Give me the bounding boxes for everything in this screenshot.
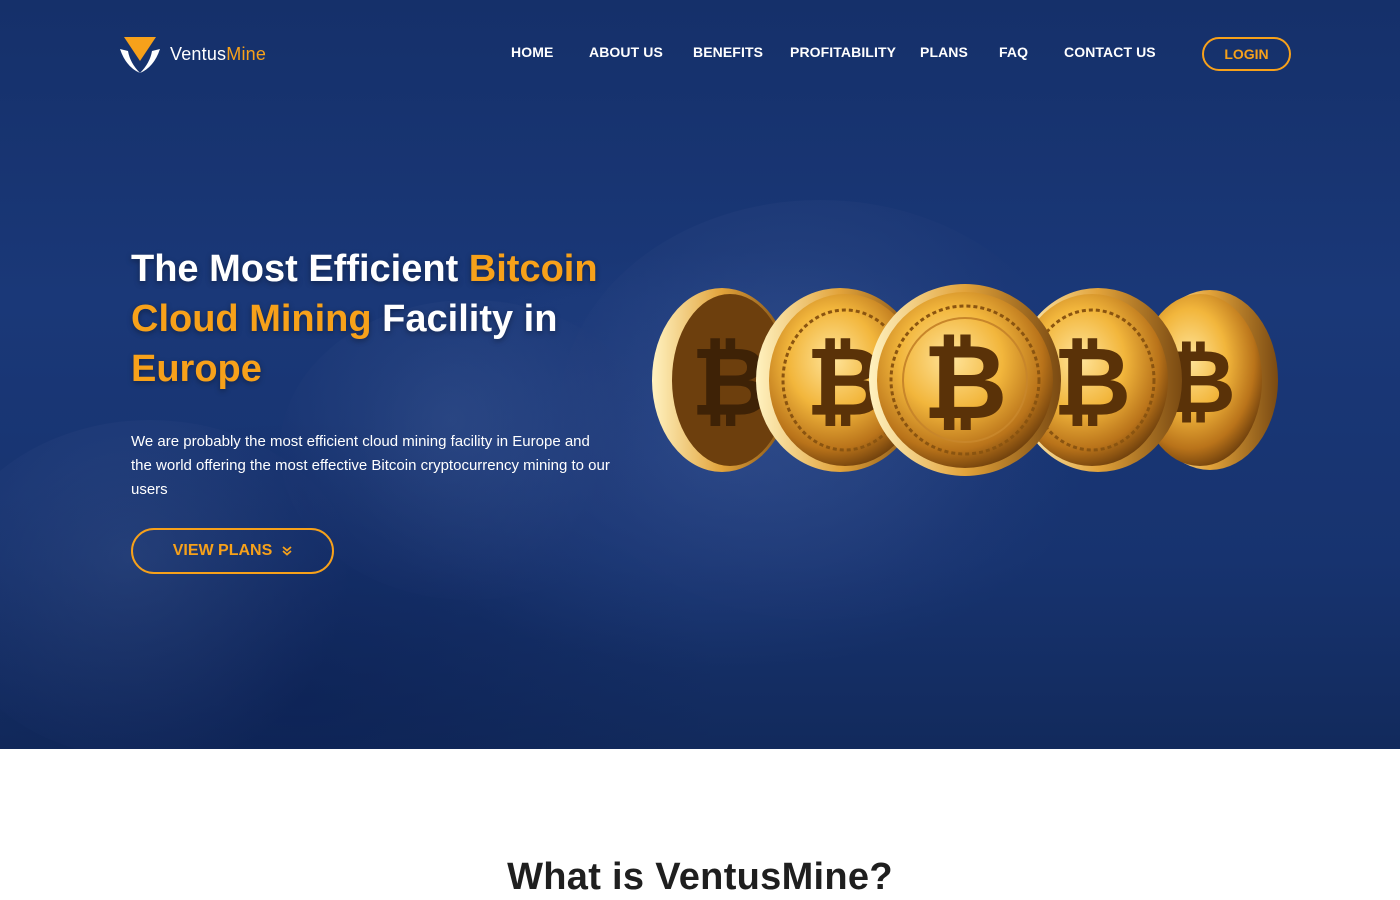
bitcoin-coin: ₿	[869, 284, 1061, 476]
hero-headline: The Most Efficient Bitcoin Cloud Mining …	[131, 248, 598, 390]
nav-item-faq[interactable]: FAQ	[999, 44, 1028, 60]
double-chevron-down-icon	[282, 546, 292, 556]
svg-text:₿: ₿	[1053, 326, 1131, 438]
nav-item-profitability[interactable]: PROFITABILITY	[790, 44, 896, 60]
hero-description: We are probably the most efficient cloud…	[131, 433, 610, 498]
view-plans-label: VIEW PLANS	[172, 542, 273, 559]
nav-item-benefits[interactable]: BENEFITS	[693, 44, 763, 60]
section-title-what-is: What is VentusMine?	[507, 856, 893, 898]
nav-item-contact-us[interactable]: CONTACT US	[1064, 44, 1156, 60]
coin-reflection	[653, 480, 1227, 610]
login-button[interactable]: LOGIN	[1202, 37, 1291, 71]
ventusmine-logo-icon	[120, 37, 160, 73]
nav-item-plans[interactable]: PLANS	[920, 44, 968, 60]
svg-text:₿: ₿	[923, 321, 1008, 443]
brand-name: VentusMine	[170, 43, 267, 64]
nav-item-about-us[interactable]: ABOUT US	[589, 44, 663, 60]
bitcoin-coins-image: ₿ ₿ ₿ ₿ ₿	[652, 284, 1278, 610]
hero-section: VentusMine HOME ABOUT US BENEFITS PROFIT…	[0, 0, 1400, 749]
brand-logo[interactable]: VentusMine	[118, 34, 266, 74]
nav-item-home[interactable]: HOME	[511, 44, 553, 60]
view-plans-button[interactable]: VIEW PLANS	[131, 528, 334, 574]
